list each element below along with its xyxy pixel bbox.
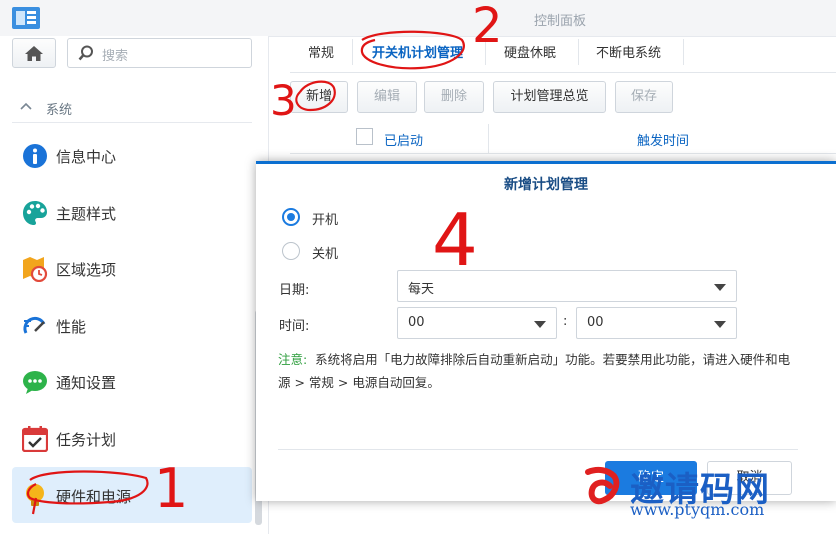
- sidebar-item-theme[interactable]: 主题样式: [12, 186, 252, 238]
- power-off-label[interactable]: 关机: [312, 243, 338, 262]
- note-body: 系统将启用「电力故障排除后自动重新启动」功能。若要禁用此功能，请进入硬件和电源 …: [278, 352, 791, 390]
- info-icon: [22, 143, 48, 169]
- sidebar-item-region[interactable]: 区域选项: [12, 242, 252, 294]
- sidebar-item-label: 任务计划: [56, 431, 117, 449]
- sidebar-item-label: 主题样式: [56, 205, 117, 223]
- tab-hdd-hibernation[interactable]: 硬盘休眠: [504, 42, 556, 61]
- divider: [290, 72, 836, 73]
- power-off-radio[interactable]: [282, 242, 300, 260]
- time-separator: :: [563, 314, 568, 329]
- home-icon: [25, 46, 43, 61]
- hour-select[interactable]: 00: [397, 307, 557, 339]
- power-on-label[interactable]: 开机: [312, 209, 338, 228]
- sidebar-item-task-scheduler[interactable]: 任务计划: [12, 412, 252, 464]
- divider: [278, 449, 798, 450]
- chevron-down-icon: [534, 321, 546, 328]
- tab-ups[interactable]: 不断电系统: [596, 42, 661, 61]
- chevron-down-icon: [714, 321, 726, 328]
- chat-bubble-icon: [22, 369, 48, 395]
- date-label: 日期:: [279, 283, 310, 298]
- edit-button[interactable]: 编辑: [357, 81, 417, 113]
- sidebar-item-label: 性能: [56, 318, 87, 336]
- sidebar-item-info-center[interactable]: 信息中心: [12, 129, 252, 181]
- minute-value: 00: [587, 315, 604, 330]
- divider: [12, 122, 252, 123]
- title-bar: [0, 0, 836, 37]
- tab-general[interactable]: 常规: [308, 42, 334, 61]
- section-system[interactable]: 系统: [46, 99, 72, 118]
- bulb-icon: [22, 483, 48, 509]
- annotation-number-1: 1: [154, 457, 189, 520]
- note-label: 注意:: [278, 352, 308, 367]
- search-icon: [78, 45, 94, 65]
- region-clock-icon: [22, 256, 48, 283]
- performance-icon: [22, 313, 48, 339]
- sidebar-item-label: 硬件和电源: [56, 488, 132, 506]
- schedule-overview-button[interactable]: 计划管理总览: [493, 81, 606, 113]
- calendar-check-icon: [21, 426, 49, 453]
- save-button[interactable]: 保存: [615, 81, 673, 113]
- window-title: 控制面板: [533, 14, 586, 29]
- column-header-enabled[interactable]: 已启动: [384, 130, 423, 149]
- sidebar-item-hardware-power[interactable]: 硬件和电源: [12, 467, 252, 523]
- annotation-number-3: 3: [270, 76, 297, 125]
- sidebar-item-notifications[interactable]: 通知设置: [12, 355, 252, 407]
- sidebar-item-performance[interactable]: 性能: [12, 299, 252, 351]
- power-on-radio[interactable]: [282, 208, 300, 226]
- search-input[interactable]: [67, 38, 252, 68]
- hour-value: 00: [408, 315, 425, 330]
- palette-icon: [22, 200, 48, 226]
- delete-button[interactable]: 删除: [424, 81, 484, 113]
- date-value: 每天: [408, 282, 435, 297]
- annotation-number-2: 2: [472, 0, 503, 54]
- watermark-url: www.ptyqm.com: [630, 500, 765, 519]
- sidebar-item-label: 通知设置: [56, 374, 117, 392]
- control-panel-icon: [12, 7, 40, 29]
- minute-select[interactable]: 00: [576, 307, 737, 339]
- annotation-number-4: 4: [432, 198, 478, 282]
- add-button[interactable]: 新增: [290, 81, 348, 113]
- watermark-logo: [584, 466, 628, 514]
- sidebar-item-label: 区域选项: [56, 261, 117, 279]
- chevron-down-icon: [714, 284, 726, 291]
- note-text: 注意: 系统将启用「电力故障排除后自动重新启动」功能。若要禁用此功能，请进入硬件…: [278, 348, 798, 394]
- search-placeholder: 搜索: [102, 49, 129, 64]
- time-label: 时间:: [279, 319, 310, 334]
- column-header-trigger-time[interactable]: 触发时间: [490, 130, 836, 149]
- divider: [488, 124, 489, 153]
- dialog-title: 新增计划管理: [504, 177, 588, 193]
- sidebar-item-label: 信息中心: [56, 148, 117, 166]
- select-all-checkbox[interactable]: [356, 128, 373, 145]
- tab-power-schedule[interactable]: 开关机计划管理: [372, 42, 463, 61]
- chevron-up-icon[interactable]: [20, 100, 32, 114]
- divider: [352, 39, 353, 65]
- home-button[interactable]: [12, 38, 56, 68]
- divider: [578, 39, 579, 65]
- divider: [683, 39, 684, 65]
